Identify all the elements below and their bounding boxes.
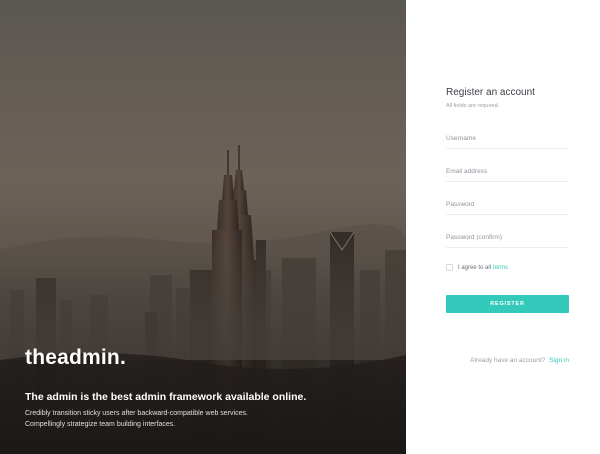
register-form-panel: Register an account All fields are requi… xyxy=(406,0,600,454)
hero-overlay xyxy=(0,0,406,454)
terms-checkbox[interactable] xyxy=(446,264,453,271)
terms-label: I agree to all xyxy=(458,264,492,271)
form-title: Register an account xyxy=(446,87,535,98)
required-note: All fields are required. xyxy=(446,103,500,109)
password-confirm-input[interactable] xyxy=(446,230,569,248)
terms-agreement: I agree to all terms xyxy=(446,263,508,272)
register-page: theadmin. The admin is the best admin fr… xyxy=(0,0,600,454)
brand-logo: theadmin. xyxy=(25,346,126,369)
hero-tagline: The admin is the best admin framework av… xyxy=(25,391,307,403)
signin-link[interactable]: Sign in xyxy=(549,357,569,364)
signin-prompt-row: Already have an account? Sign in xyxy=(446,357,569,364)
terms-link[interactable]: terms xyxy=(493,265,508,271)
hero-panel: theadmin. The admin is the best admin fr… xyxy=(0,0,406,454)
register-button[interactable]: REGISTER xyxy=(446,295,569,313)
password-input[interactable] xyxy=(446,197,569,215)
signin-prompt: Already have an account? xyxy=(470,357,546,364)
email-input[interactable] xyxy=(446,164,569,182)
hero-description: Credibly transition sticky users after b… xyxy=(25,410,248,428)
username-input[interactable] xyxy=(446,131,569,149)
